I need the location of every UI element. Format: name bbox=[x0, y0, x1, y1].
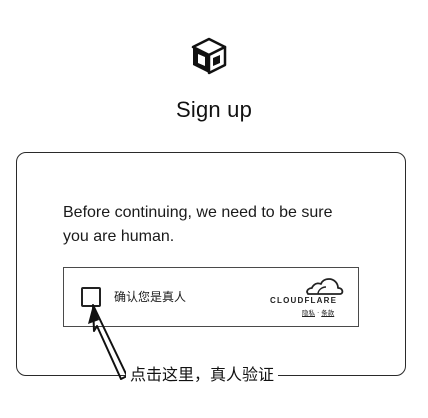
cloudflare-links: 隐私 · 条款 bbox=[302, 307, 334, 317]
page-title: Sign up bbox=[175, 97, 252, 122]
prompt-line-1: Before continuing, we need to be sure bbox=[63, 204, 333, 221]
annotation-callout: 点击这里，真人验证 bbox=[126, 364, 279, 386]
terms-link[interactable]: 条款 bbox=[321, 309, 334, 317]
cloudflare-wordmark: CLOUDFLARE bbox=[270, 296, 338, 305]
cloudflare-cloud-icon bbox=[306, 278, 344, 295]
cube-logo-icon bbox=[191, 37, 227, 75]
human-verification-checkbox[interactable] bbox=[81, 287, 101, 307]
challenge-card: Before continuing, we need to be sure yo… bbox=[16, 152, 406, 376]
cloudflare-turnstile-widget: 确认您是真人 CLOUDFLARE 隐私 · 条款 bbox=[63, 267, 359, 327]
verify-human-label: 确认您是真人 bbox=[114, 290, 187, 304]
link-separator: · bbox=[317, 309, 320, 317]
prompt-line-2: you are human. bbox=[63, 228, 175, 245]
privacy-link[interactable]: 隐私 bbox=[302, 309, 315, 317]
cloudflare-branding: CLOUDFLARE 隐私 · 条款 bbox=[270, 276, 348, 317]
challenge-prompt: Before continuing, we need to be sure yo… bbox=[63, 201, 383, 249]
